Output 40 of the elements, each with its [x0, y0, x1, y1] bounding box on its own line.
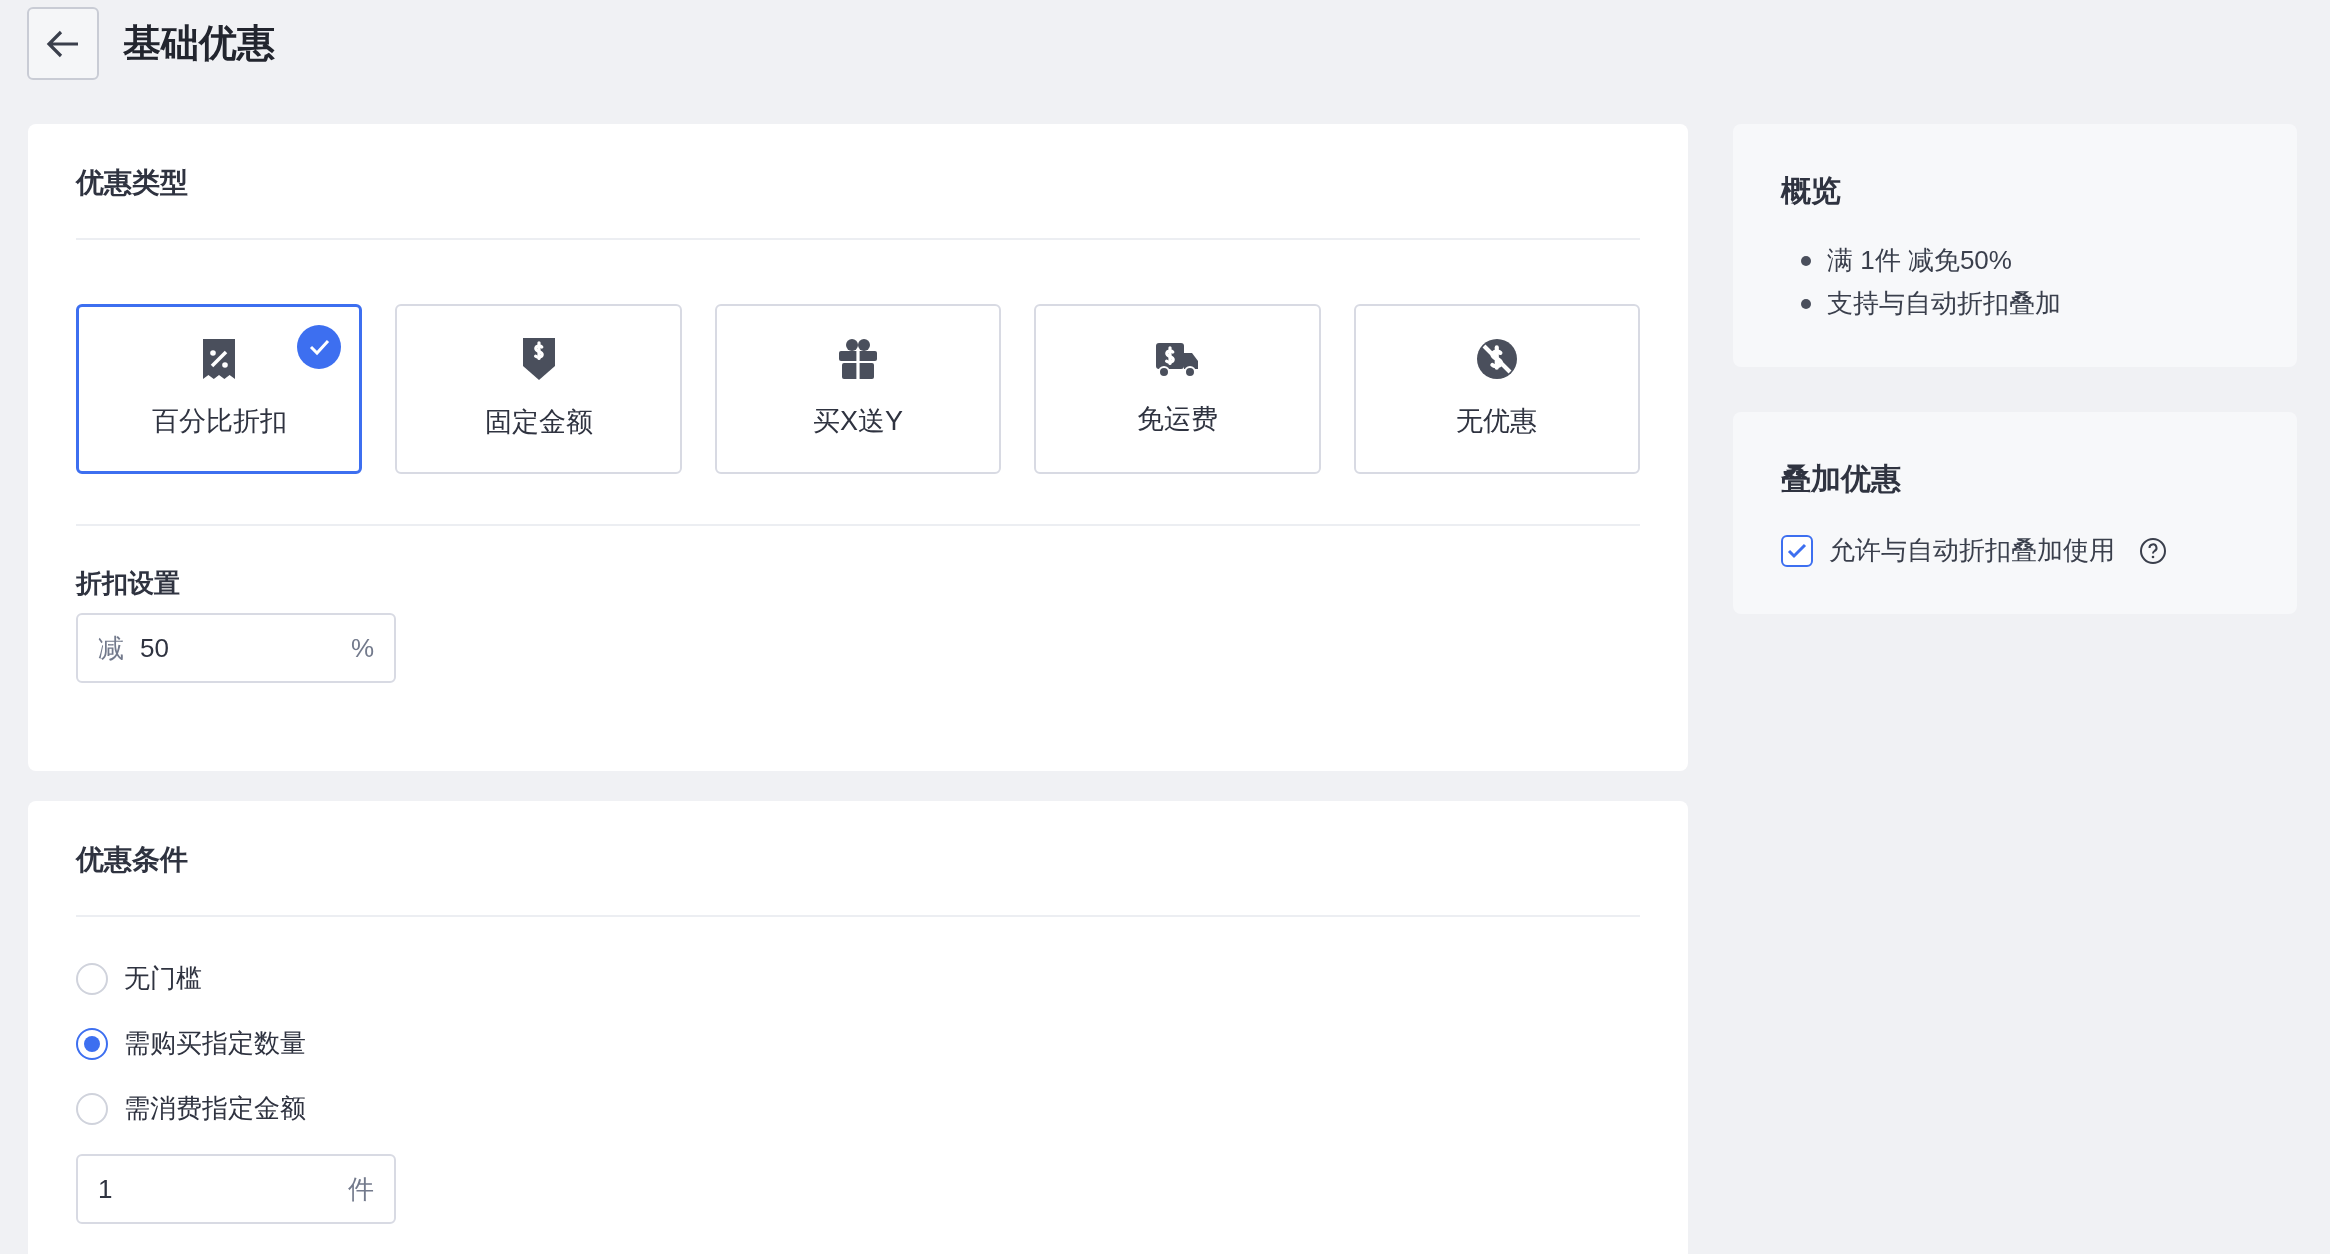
page-title: 基础优惠	[123, 21, 275, 66]
option-label: 买X送Y	[813, 404, 904, 438]
back-button[interactable]	[27, 7, 99, 80]
discount-type-option[interactable]: 免运费	[1034, 304, 1321, 474]
discount-type-option[interactable]: 无优惠	[1353, 304, 1641, 474]
check-badge-icon	[297, 325, 342, 369]
unit-label: %	[350, 631, 374, 665]
option-label: 无优惠	[1456, 404, 1538, 438]
bullet-icon	[1801, 298, 1811, 309]
discount-type-option[interactable]: 买X送Y	[714, 304, 1002, 474]
radio-label: 需购买指定数量	[124, 1027, 306, 1060]
radio-label: 需消费指定金额	[124, 1092, 306, 1125]
overview-item: 满 1件 减免50%	[1827, 244, 2012, 277]
option-label: 百分比折扣	[151, 404, 287, 438]
gift-icon	[837, 336, 879, 381]
field-value: 1	[98, 1172, 114, 1206]
overview-item: 支持与自动折扣叠加	[1827, 287, 2061, 320]
quantity-input[interactable]: 1 件	[76, 1154, 396, 1224]
checkbox[interactable]	[1781, 534, 1813, 567]
prefix-label: 减	[98, 631, 124, 665]
discount-input[interactable]: 减 50 %	[76, 613, 396, 683]
field-value: 50	[140, 631, 170, 665]
option-label: 免运费	[1136, 402, 1218, 436]
bullet-icon	[1801, 255, 1811, 266]
discount-type-option[interactable]: 百分比折扣	[76, 304, 363, 474]
field-label: 折扣设置	[76, 567, 181, 600]
checkmark-icon	[1787, 542, 1807, 559]
checkbox-label: 允许与自动折扣叠加使用	[1829, 534, 2115, 567]
section-title: 优惠类型	[76, 166, 189, 200]
help-icon[interactable]	[2139, 536, 2167, 565]
radio-label: 无门槛	[124, 962, 202, 995]
unit-label: 件	[348, 1172, 374, 1206]
back-arrow-icon	[46, 28, 80, 59]
radio-button[interactable]	[76, 1027, 108, 1060]
section-title: 叠加优惠	[1781, 461, 1902, 497]
section-title: 优惠条件	[76, 843, 189, 877]
option-label: 固定金额	[484, 405, 593, 439]
discount-type-option[interactable]: 固定金额	[395, 304, 682, 474]
section-title: 概览	[1781, 173, 1842, 209]
no-money-icon	[1474, 336, 1519, 381]
